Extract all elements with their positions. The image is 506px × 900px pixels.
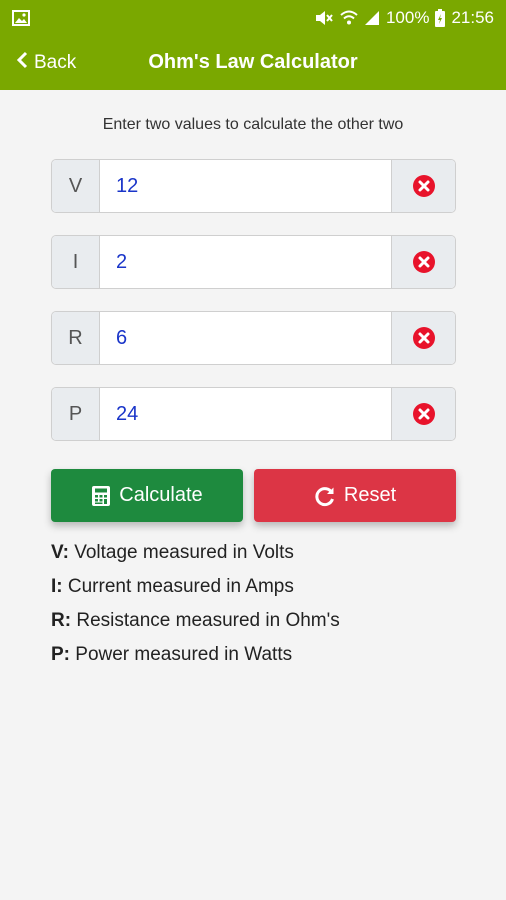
legend-text: Current measured in Amps <box>67 576 294 597</box>
legend: V: Voltage measured in Volts I: Current … <box>51 540 340 676</box>
clear-voltage-button[interactable] <box>391 160 455 212</box>
battery-percent: 100% <box>385 8 430 27</box>
refresh-icon <box>315 486 334 506</box>
calculate-label: Calculate <box>119 484 203 506</box>
power-input-group: P <box>51 387 456 441</box>
voltage-input-group: V <box>51 159 456 213</box>
resistance-field[interactable] <box>100 312 391 364</box>
calculator-icon <box>92 485 111 506</box>
power-field[interactable] <box>100 388 391 440</box>
legend-key: V: <box>51 542 69 563</box>
legend-text: Power measured in Watts <box>75 644 293 665</box>
legend-item: P: Power measured in Watts <box>51 642 340 676</box>
legend-item: R: Resistance measured in Ohm's <box>51 608 340 642</box>
signal-icon <box>364 10 380 26</box>
instructions-text: Enter two values to calculate the other … <box>102 116 404 133</box>
app-bar: Back Ohm's Law Calculator <box>0 36 506 90</box>
legend-text: Voltage measured in Volts <box>74 542 294 563</box>
legend-key: I: <box>51 576 63 597</box>
status-bar: 100% 21:56 <box>0 0 506 36</box>
current-input-group: I <box>51 235 456 289</box>
battery-icon <box>435 9 446 27</box>
mute-icon <box>314 9 334 27</box>
clear-power-button[interactable] <box>391 388 455 440</box>
current-field[interactable] <box>100 236 391 288</box>
reset-button[interactable]: Reset <box>254 469 456 522</box>
reset-label: Reset <box>343 484 397 506</box>
gallery-notification-icon <box>12 10 30 26</box>
legend-text: Resistance measured in Ohm's <box>76 610 340 631</box>
clear-resistance-button[interactable] <box>391 312 455 364</box>
power-label: P <box>52 388 100 440</box>
clock: 21:56 <box>451 8 494 27</box>
resistance-input-group: R <box>51 311 456 365</box>
resistance-label: R <box>52 312 100 364</box>
legend-key: R: <box>51 610 72 631</box>
current-label: I <box>52 236 100 288</box>
legend-key: P: <box>51 644 70 665</box>
wifi-icon <box>340 10 358 26</box>
clear-icon <box>412 327 435 349</box>
clear-icon <box>412 403 435 425</box>
page-title: Ohm's Law Calculator <box>148 51 358 73</box>
clear-current-button[interactable] <box>391 236 455 288</box>
calculate-button[interactable]: Calculate <box>51 469 243 522</box>
voltage-field[interactable] <box>100 160 391 212</box>
clear-icon <box>412 175 435 197</box>
voltage-label: V <box>52 160 100 212</box>
legend-item: V: Voltage measured in Volts <box>51 540 340 574</box>
clear-icon <box>412 251 435 273</box>
legend-item: I: Current measured in Amps <box>51 574 340 608</box>
